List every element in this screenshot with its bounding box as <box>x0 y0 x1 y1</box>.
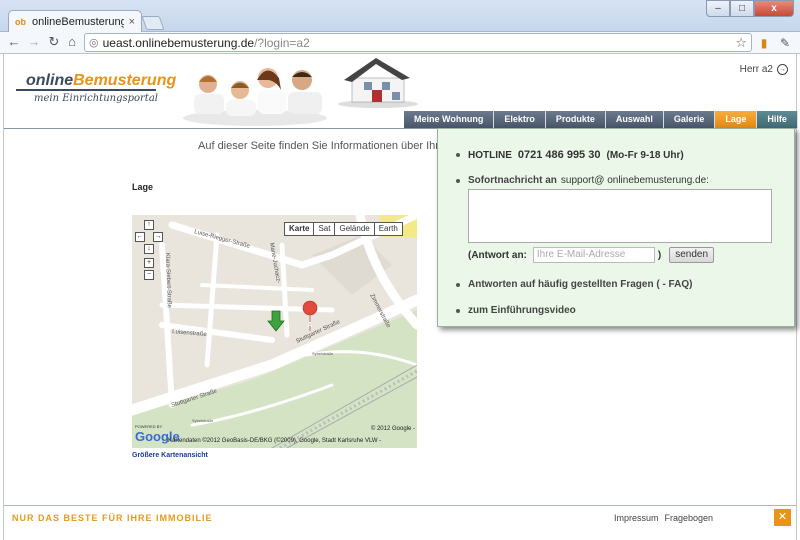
larger-map-link[interactable]: Größere Kartenansicht <box>132 452 208 459</box>
browser-toolbar: ← → ↻ ⌂ ◎ ueast.onlinebemusterung.de /?l… <box>0 32 800 54</box>
hotline-hours: (Mo-Fr 9-18 Uhr) <box>606 149 684 161</box>
nav-item-produkte[interactable]: Produkte <box>545 111 606 128</box>
intro-video-link[interactable]: zum Einführungsvideo <box>468 305 576 316</box>
map-type-gelaende[interactable]: Gelände <box>334 222 375 236</box>
browser-titlebar: ob onlineBemusterung × – □ x <box>0 0 800 32</box>
map-type-earth[interactable]: Earth <box>373 222 403 236</box>
map-type-sat[interactable]: Sat <box>313 222 336 236</box>
bullet-icon <box>456 153 460 157</box>
bullet-icon <box>456 308 460 313</box>
tab-close-icon[interactable]: × <box>129 16 135 28</box>
wrench-menu-icon[interactable]: ✎ <box>777 35 793 51</box>
site-logo[interactable]: onlineBemusterung <box>26 72 176 90</box>
message-label: Sofortnachricht an <box>468 175 557 186</box>
extension-icon[interactable]: ▮ <box>756 35 772 51</box>
logo-accent: Bemusterung <box>73 72 177 89</box>
section-title: Lage <box>132 182 154 192</box>
impressum-link[interactable]: Impressum <box>614 513 659 523</box>
nav-item-elektro[interactable]: Elektro <box>494 111 546 128</box>
logo-subtitle: mein Einrichtungsportal <box>34 93 158 104</box>
answer-close-paren: ) <box>657 249 662 261</box>
message-row: Sofortnachricht an support@ onlinebemust… <box>456 175 709 186</box>
map-canvas[interactable]: A Luise-Riegger-Straße Marie-Juchacz- Kl… <box>132 215 417 448</box>
faq-link[interactable]: Antworten auf häufig gestellten Fragen (… <box>468 279 692 290</box>
home-icon[interactable]: ⌂ <box>64 34 80 50</box>
answer-label: (Antwort an: <box>468 249 527 261</box>
reload-icon[interactable]: ↻ <box>46 34 62 50</box>
hotline-row: HOTLINE 0721 486 995 30 (Mo-Fr 9-18 Uhr) <box>456 149 684 161</box>
pan-left-icon[interactable]: ← <box>135 232 145 242</box>
url-host: ueast.onlinebemusterung.de <box>102 35 255 50</box>
forward-icon[interactable]: → <box>26 34 42 50</box>
pan-right-icon[interactable]: → <box>153 232 163 242</box>
map-copyright: © 2012 Google - <box>370 426 415 432</box>
hotline-label: HOTLINE <box>468 149 512 161</box>
main-navigation: Meine Wohnung Elektro Produkte Auswahl G… <box>404 111 798 128</box>
street-label: Sybelstraße <box>312 351 334 356</box>
new-tab-button[interactable] <box>141 16 165 30</box>
support-email: support@ onlinebemusterung.de: <box>560 175 709 186</box>
bookmark-star-icon[interactable]: ☆ <box>735 35 747 51</box>
url-path: /?login=a2 <box>254 35 310 50</box>
tab-title: onlineBemusterung <box>32 15 124 28</box>
footer-links: Impressum Fragebogen <box>614 513 713 523</box>
send-button[interactable]: senden <box>669 247 715 263</box>
close-window-button[interactable]: x <box>754 0 794 17</box>
map-marker-label[interactable]: A <box>308 322 313 329</box>
page-info-icon[interactable]: ◎ <box>89 36 99 49</box>
help-popup: HOTLINE 0721 486 995 30 (Mo-Fr 9-18 Uhr)… <box>437 128 795 327</box>
nav-item-galerie[interactable]: Galerie <box>663 111 716 128</box>
intro-text: Auf dieser Seite finden Sie Informatione… <box>198 140 439 152</box>
google-map[interactable]: A Luise-Riegger-Straße Marie-Juchacz- Kl… <box>132 215 417 448</box>
xing-icon[interactable]: ✕ <box>774 509 791 526</box>
bullet-icon <box>456 178 460 183</box>
nav-item-auswahl[interactable]: Auswahl <box>605 111 664 128</box>
nav-item-hilfe[interactable]: Hilfe <box>757 111 798 128</box>
fragebogen-link[interactable]: Fragebogen <box>665 513 714 523</box>
nav-item-meine-wohnung[interactable]: Meine Wohnung <box>404 111 495 128</box>
zoom-out-icon[interactable]: − <box>144 270 154 280</box>
street-label: Sybelstraße <box>192 418 214 423</box>
footer-slogan: NUR DAS BESTE FÜR IHRE IMMOBILIE <box>12 513 213 523</box>
nav-item-lage[interactable]: Lage <box>715 111 758 128</box>
message-textarea[interactable] <box>468 189 772 243</box>
user-menu[interactable]: Herr a2 → <box>740 64 788 75</box>
map-type-selector: Karte Sat Gelände Earth <box>284 222 403 236</box>
logout-arrow-icon[interactable]: → <box>777 64 788 75</box>
maximize-button[interactable]: □ <box>730 0 754 17</box>
window-controls: – □ x <box>706 0 794 17</box>
answer-row: (Antwort an: Ihre E-Mail-Adresse ) sende… <box>468 247 715 263</box>
user-name: Herr a2 <box>739 64 773 75</box>
back-icon[interactable]: ← <box>6 34 22 50</box>
logo-prefix: online <box>26 72 74 89</box>
minimize-button[interactable]: – <box>706 0 730 17</box>
map-type-karte[interactable]: Karte <box>284 222 315 236</box>
map-attribution: Kartendaten ©2012 GeoBasis-DE/BKG (©2009… <box>168 438 382 444</box>
footer-divider <box>4 505 796 506</box>
hotline-number: 0721 486 995 30 <box>517 149 601 161</box>
address-bar[interactable]: ◎ ueast.onlinebemusterung.de /?login=a2 … <box>84 33 752 52</box>
pan-up-icon[interactable]: ↑ <box>144 220 154 230</box>
email-input[interactable]: Ihre E-Mail-Adresse <box>532 247 655 263</box>
family-photo <box>183 68 327 126</box>
bullet-icon <box>456 282 460 287</box>
zoom-in-icon[interactable]: + <box>144 258 154 268</box>
logo-underline <box>16 89 156 91</box>
favicon-icon: ob <box>15 16 26 27</box>
browser-tab[interactable]: ob onlineBemusterung × <box>8 10 142 32</box>
pan-down-icon[interactable]: ↓ <box>144 244 154 254</box>
faq-row[interactable]: Antworten auf häufig gestellten Fragen (… <box>456 279 692 290</box>
house-image <box>338 58 418 108</box>
video-row[interactable]: zum Einführungsvideo <box>456 305 576 316</box>
